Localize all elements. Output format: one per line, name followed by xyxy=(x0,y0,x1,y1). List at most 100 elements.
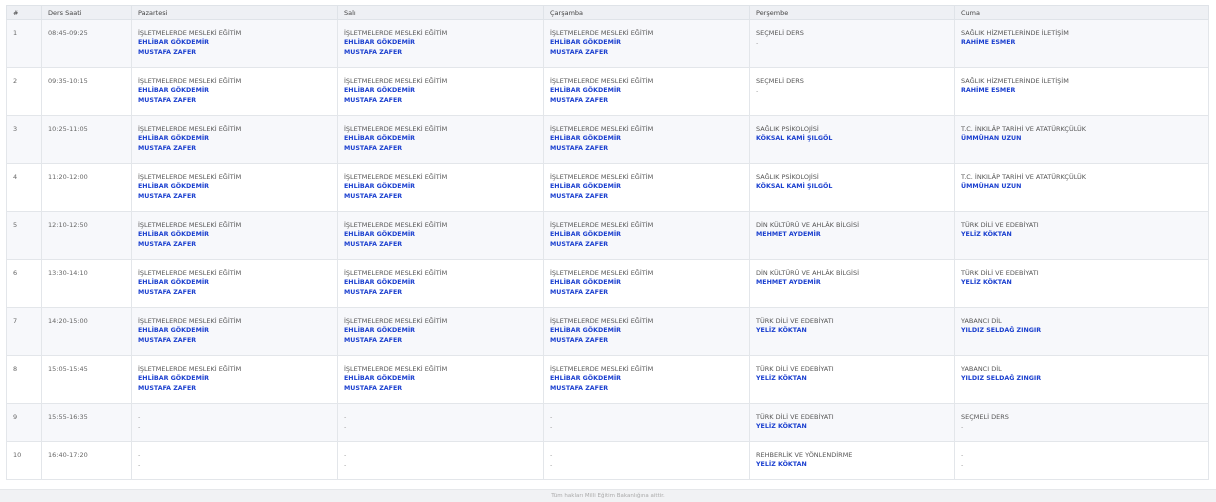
table-row: 2 09:35-10:15 İŞLETMELERDE MESLEKİ EĞİTİM E… xyxy=(6,67,1209,116)
teacher-name[interactable]: MUSTAFA ZAFER xyxy=(550,192,743,202)
row-number: 4 xyxy=(6,163,42,212)
teacher-name[interactable]: YELİZ KÖKTAN xyxy=(961,278,1202,288)
schedule-cell: TÜRK DİLİ VE EDEBİYATI YELİZ KÖKTAN xyxy=(749,355,955,404)
lesson-time: 13:30-14:10 xyxy=(41,259,132,308)
teacher-name[interactable]: MUSTAFA ZAFER xyxy=(550,384,743,394)
teacher-name[interactable]: EHLİBAR GÖKDEMİR xyxy=(550,374,743,384)
teacher-name[interactable]: EHLİBAR GÖKDEMİR xyxy=(138,182,331,192)
teacher-name[interactable]: KÖKSAL KAMİ ŞILGÖL xyxy=(756,182,948,192)
teacher-name[interactable]: MUSTAFA ZAFER xyxy=(344,144,537,154)
teacher-name[interactable]: EHLİBAR GÖKDEMİR xyxy=(550,230,743,240)
course-name: SEÇMELİ DERS xyxy=(756,77,804,85)
teacher-name[interactable]: EHLİBAR GÖKDEMİR xyxy=(138,134,331,144)
teacher-name[interactable]: ÜMMÜHAN UZUN xyxy=(961,134,1202,144)
teacher-name[interactable]: EHLİBAR GÖKDEMİR xyxy=(344,86,537,96)
table-row: 6 13:30-14:10 İŞLETMELERDE MESLEKİ EĞİTİM E… xyxy=(6,259,1209,308)
course-name: İŞLETMELERDE MESLEKİ EĞİTİM xyxy=(550,125,654,133)
teacher-name[interactable]: MUSTAFA ZAFER xyxy=(550,96,743,106)
schedule-cell: SAĞLIK PSİKOLOJİSİ KÖKSAL KAMİ ŞILGÖL xyxy=(749,115,955,164)
teacher-name[interactable]: MUSTAFA ZAFER xyxy=(344,240,537,250)
course-name: İŞLETMELERDE MESLEKİ EĞİTİM xyxy=(344,125,448,133)
teacher-name[interactable]: MEHMET AYDEMİR xyxy=(756,278,948,288)
teacher-name[interactable]: MUSTAFA ZAFER xyxy=(138,192,331,202)
teacher-name[interactable]: EHLİBAR GÖKDEMİR xyxy=(344,374,537,384)
teacher-name[interactable]: RAHİME ESMER xyxy=(961,86,1202,96)
course-name: TÜRK DİLİ VE EDEBİYATI xyxy=(756,413,834,421)
teacher-name[interactable]: YELİZ KÖKTAN xyxy=(756,422,948,432)
teacher-name[interactable]: EHLİBAR GÖKDEMİR xyxy=(550,86,743,96)
teacher-name[interactable]: YILDIZ SELDAĞ ZINGIR xyxy=(961,374,1202,384)
teacher-name[interactable]: MUSTAFA ZAFER xyxy=(138,384,331,394)
teacher-name[interactable]: MUSTAFA ZAFER xyxy=(138,144,331,154)
teacher-name[interactable]: MUSTAFA ZAFER xyxy=(550,288,743,298)
teacher-name[interactable]: EHLİBAR GÖKDEMİR xyxy=(138,278,331,288)
teacher-name[interactable]: KÖKSAL KAMİ ŞILGÖL xyxy=(756,134,948,144)
teacher-name[interactable]: EHLİBAR GÖKDEMİR xyxy=(344,230,537,240)
lesson-time: 11:20-12:00 xyxy=(41,163,132,212)
teacher-name: - xyxy=(138,461,141,469)
teacher-name[interactable]: EHLİBAR GÖKDEMİR xyxy=(550,326,743,336)
row-number: 6 xyxy=(6,259,42,308)
teacher-name[interactable]: EHLİBAR GÖKDEMİR xyxy=(138,374,331,384)
teacher-name[interactable]: EHLİBAR GÖKDEMİR xyxy=(550,134,743,144)
teacher-name[interactable]: EHLİBAR GÖKDEMİR xyxy=(550,38,743,48)
teacher-name[interactable]: ÜMMÜHAN UZUN xyxy=(961,182,1202,192)
teacher-name[interactable]: MUSTAFA ZAFER xyxy=(138,48,331,58)
course-name: REHBERLİK VE YÖNLENDİRME xyxy=(756,451,853,459)
teacher-name[interactable]: MUSTAFA ZAFER xyxy=(344,48,537,58)
teacher-name[interactable]: EHLİBAR GÖKDEMİR xyxy=(344,278,537,288)
teacher-name[interactable]: YELİZ KÖKTAN xyxy=(961,230,1202,240)
schedule-cell: İŞLETMELERDE MESLEKİ EĞİTİM EHLİBAR GÖKDE… xyxy=(131,19,338,68)
teacher-name[interactable]: MUSTAFA ZAFER xyxy=(550,336,743,346)
course-name: İŞLETMELERDE MESLEKİ EĞİTİM xyxy=(344,269,448,277)
teacher-name[interactable]: EHLİBAR GÖKDEMİR xyxy=(138,230,331,240)
schedule-cell: İŞLETMELERDE MESLEKİ EĞİTİM EHLİBAR GÖKDE… xyxy=(131,163,338,212)
teacher-name[interactable]: MEHMET AYDEMİR xyxy=(756,230,948,240)
teacher-name[interactable]: MUSTAFA ZAFER xyxy=(344,96,537,106)
teacher-name[interactable]: MUSTAFA ZAFER xyxy=(550,48,743,58)
course-name: - xyxy=(344,451,347,459)
teacher-name[interactable]: MUSTAFA ZAFER xyxy=(138,288,331,298)
teacher-name[interactable]: MUSTAFA ZAFER xyxy=(138,240,331,250)
teacher-name[interactable]: MUSTAFA ZAFER xyxy=(344,192,537,202)
schedule-cell: -- xyxy=(543,403,750,442)
timetable-container: # Ders Saati Pazartesi Salı Çarşamba Per… xyxy=(6,5,1209,480)
course-name: TÜRK DİLİ VE EDEBİYATI xyxy=(961,221,1039,229)
teacher-name[interactable]: EHLİBAR GÖKDEMİR xyxy=(550,182,743,192)
teacher-name[interactable]: EHLİBAR GÖKDEMİR xyxy=(344,134,537,144)
schedule-cell: SAĞLIK PSİKOLOJİSİ KÖKSAL KAMİ ŞILGÖL xyxy=(749,163,955,212)
teacher-name[interactable]: MUSTAFA ZAFER xyxy=(344,336,537,346)
schedule-cell: YABANCI DİL YILDIZ SELDAĞ ZINGIR xyxy=(954,307,1209,356)
teacher-name[interactable]: EHLİBAR GÖKDEMİR xyxy=(138,326,331,336)
lesson-time: 10:25-11:05 xyxy=(41,115,132,164)
teacher-name[interactable]: MUSTAFA ZAFER xyxy=(138,96,331,106)
teacher-name[interactable]: MUSTAFA ZAFER xyxy=(344,288,537,298)
teacher-name[interactable]: EHLİBAR GÖKDEMİR xyxy=(550,278,743,288)
teacher-name[interactable]: YELİZ KÖKTAN xyxy=(756,374,948,384)
schedule-cell: SEÇMELİ DERS - xyxy=(749,67,955,116)
teacher-name[interactable]: EHLİBAR GÖKDEMİR xyxy=(344,38,537,48)
teacher-name[interactable]: RAHİME ESMER xyxy=(961,38,1202,48)
teacher-name[interactable]: YELİZ KÖKTAN xyxy=(756,460,948,470)
teacher-name[interactable]: MUSTAFA ZAFER xyxy=(344,384,537,394)
schedule-cell: -- xyxy=(131,441,338,480)
course-name: İŞLETMELERDE MESLEKİ EĞİTİM xyxy=(344,365,448,373)
schedule-cell: İŞLETMELERDE MESLEKİ EĞİTİM EHLİBAR GÖKDE… xyxy=(131,259,338,308)
course-name: SEÇMELİ DERS xyxy=(756,29,804,37)
teacher-name[interactable]: MUSTAFA ZAFER xyxy=(550,144,743,154)
teacher-name[interactable]: MUSTAFA ZAFER xyxy=(138,336,331,346)
schedule-cell: İŞLETMELERDE MESLEKİ EĞİTİM EHLİBAR GÖKDE… xyxy=(337,307,544,356)
teacher-name[interactable]: EHLİBAR GÖKDEMİR xyxy=(138,38,331,48)
schedule-cell: SAĞLIK HİZMETLERİNDE İLETİŞİM RAHİME ESME… xyxy=(954,67,1209,116)
teacher-name[interactable]: YILDIZ SELDAĞ ZINGIR xyxy=(961,326,1202,336)
schedule-cell: TÜRK DİLİ VE EDEBİYATI YELİZ KÖKTAN xyxy=(749,403,955,442)
teacher-name[interactable]: YELİZ KÖKTAN xyxy=(756,326,948,336)
teacher-name[interactable]: EHLİBAR GÖKDEMİR xyxy=(344,182,537,192)
teacher-name[interactable]: EHLİBAR GÖKDEMİR xyxy=(344,326,537,336)
teacher-name[interactable]: MUSTAFA ZAFER xyxy=(550,240,743,250)
table-row: 4 11:20-12:00 İŞLETMELERDE MESLEKİ EĞİTİM E… xyxy=(6,163,1209,212)
teacher-name: - xyxy=(344,423,347,431)
schedule-cell: İŞLETMELERDE MESLEKİ EĞİTİM EHLİBAR GÖKDE… xyxy=(543,355,750,404)
teacher-name[interactable]: EHLİBAR GÖKDEMİR xyxy=(138,86,331,96)
teacher-name: - xyxy=(961,423,964,431)
